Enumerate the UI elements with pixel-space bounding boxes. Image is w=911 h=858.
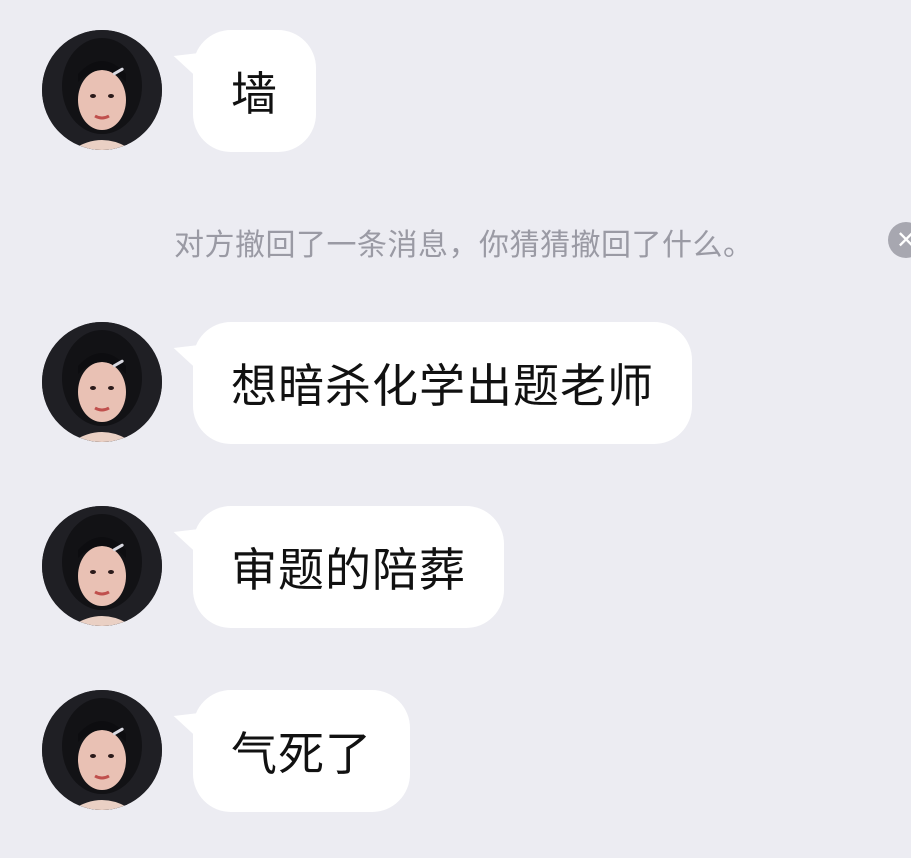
message-text: 想暗杀化学出题老师 bbox=[231, 359, 654, 413]
message-bubble[interactable]: 想暗杀化学出题老师 bbox=[169, 322, 692, 444]
avatar[interactable] bbox=[42, 506, 162, 626]
bubble-tail bbox=[169, 336, 203, 368]
bubble-tail bbox=[169, 44, 203, 76]
avatar-portrait-icon bbox=[42, 30, 162, 150]
avatar[interactable] bbox=[42, 30, 162, 150]
avatar-portrait-icon bbox=[42, 690, 162, 810]
close-icon[interactable]: ✕ bbox=[888, 222, 911, 258]
message-text: 气死了 bbox=[231, 727, 372, 781]
message-bubble[interactable]: 墙 bbox=[169, 30, 316, 152]
recall-notice: 对方撤回了一条消息，你猜猜撤回了什么。 bbox=[174, 228, 754, 263]
avatar[interactable] bbox=[42, 690, 162, 810]
avatar[interactable] bbox=[42, 322, 162, 442]
message-text: 审题的陪葬 bbox=[231, 543, 466, 597]
message-bubble[interactable]: 气死了 bbox=[169, 690, 410, 812]
message-text: 墙 bbox=[231, 67, 278, 121]
bubble-tail bbox=[169, 704, 203, 736]
avatar-portrait-icon bbox=[42, 322, 162, 442]
avatar-portrait-icon bbox=[42, 506, 162, 626]
bubble-tail bbox=[169, 520, 203, 552]
message-bubble[interactable]: 审题的陪葬 bbox=[169, 506, 504, 628]
